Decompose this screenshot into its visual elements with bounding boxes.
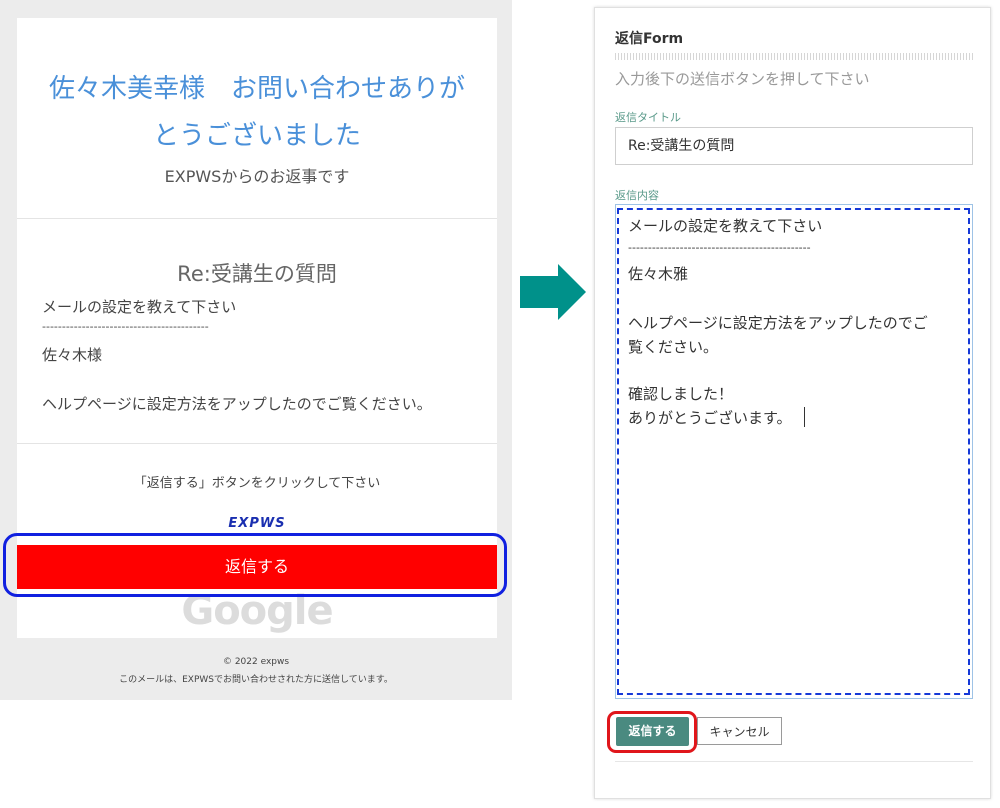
content-line: ヘルプページに設定方法をアップしたのでご bbox=[628, 314, 928, 332]
arrow-right-icon bbox=[520, 264, 586, 320]
form-heading: 返信Form bbox=[615, 31, 684, 47]
email-footer-note: このメールは、EXPWSでお問い合わせされた方に送信しています。 bbox=[119, 675, 393, 685]
expws-logo: EXPWS bbox=[228, 516, 286, 531]
text-caret bbox=[804, 407, 805, 427]
cancel-button[interactable]: キャンセル bbox=[697, 717, 782, 745]
reply-title-input[interactable]: Re:受講生の質問 bbox=[615, 127, 973, 165]
form-bottom-divider bbox=[615, 761, 973, 762]
email-title-line-2: とうございました bbox=[152, 121, 361, 151]
content-separator: ----------------------------------------… bbox=[628, 241, 811, 254]
submit-button-highlight bbox=[607, 711, 697, 753]
email-title-line-1: 佐々木美幸様 お問い合わせありが bbox=[48, 74, 465, 104]
content-line: メールの設定を教えて下さい bbox=[628, 217, 823, 235]
email-body-line: ヘルプページに設定方法をアップしたのでご覧ください。 bbox=[42, 395, 432, 413]
email-title: 佐々木美幸様 お問い合わせありが とうございました bbox=[17, 66, 497, 160]
email-body-line: 佐々木様 bbox=[42, 346, 103, 364]
email-divider-bottom bbox=[17, 443, 497, 444]
content-line: 佐々木雅 bbox=[628, 265, 689, 283]
email-subtitle: EXPWSからのお返事です bbox=[164, 167, 350, 186]
heading-underline bbox=[615, 53, 973, 60]
content-line: ありがとうございます。 bbox=[628, 409, 792, 427]
reply-button-highlight bbox=[3, 533, 507, 597]
content-line: 確認しました！ bbox=[628, 385, 734, 403]
email-message-title: Re:受講生の質問 bbox=[177, 262, 337, 286]
email-footer-copyright: © 2022 expws bbox=[222, 657, 290, 667]
email-divider-top bbox=[17, 218, 497, 219]
email-body-separator: ----------------------------------------… bbox=[42, 320, 209, 333]
email-instruction: 「返信する」ボタンをクリックして下さい bbox=[133, 476, 381, 491]
content-line: 覧ください。 bbox=[628, 338, 719, 356]
form-description: 入力後下の送信ボタンを押して下さい bbox=[615, 70, 870, 88]
title-field-label: 返信タイトル bbox=[615, 111, 681, 124]
content-field-label: 返信内容 bbox=[615, 189, 659, 202]
email-body-line: メールの設定を教えて下さい bbox=[42, 298, 237, 316]
